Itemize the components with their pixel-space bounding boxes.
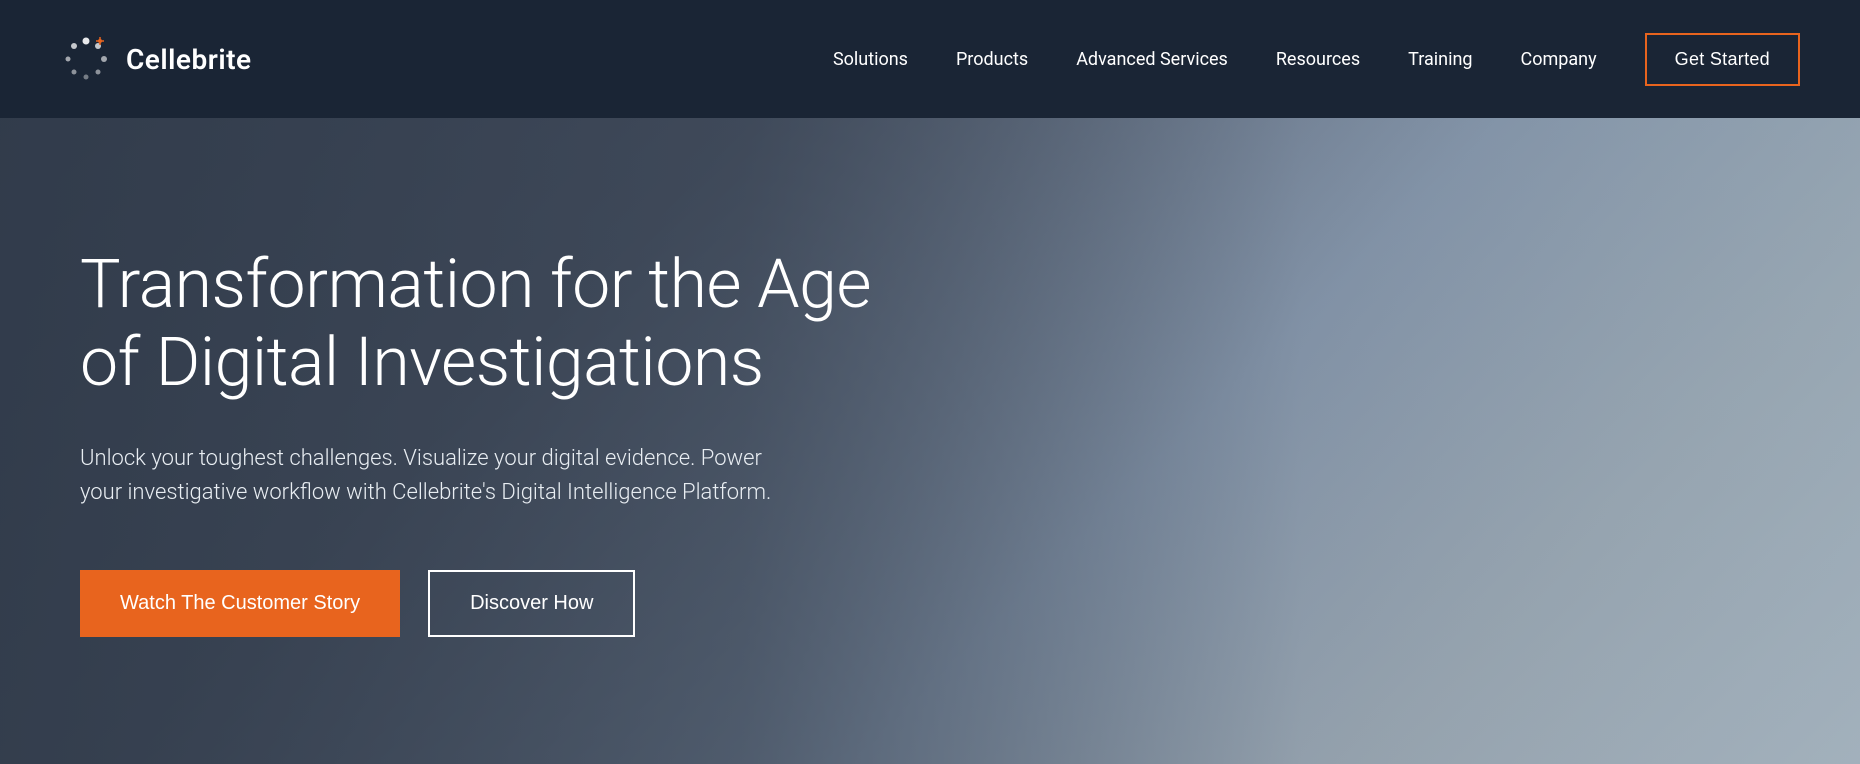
nav-advanced-services[interactable]: Advanced Services [1076,49,1228,70]
brand-name: Cellebrite [126,43,252,76]
hero-content: Transformation for the Age of Digital In… [80,245,900,637]
nav-solutions[interactable]: Solutions [833,49,908,70]
nav-company[interactable]: Company [1521,49,1597,70]
get-started-button[interactable]: Get Started [1645,33,1800,86]
hero-title: Transformation for the Age of Digital In… [80,245,900,401]
logo-area[interactable]: Cellebrite [60,33,252,85]
hero-buttons: Watch The Customer Story Discover How [80,570,900,637]
watch-customer-story-button[interactable]: Watch The Customer Story [80,570,400,637]
hero-section: Transformation for the Age of Digital In… [0,118,1860,764]
nav-training[interactable]: Training [1408,49,1472,70]
nav-links: Solutions Products Advanced Services Res… [833,49,1597,70]
cellebrite-logo-icon [60,33,112,85]
nav-resources[interactable]: Resources [1276,49,1360,70]
discover-how-button[interactable]: Discover How [428,570,635,637]
navbar: Cellebrite Solutions Products Advanced S… [0,0,1860,118]
hero-subtitle: Unlock your toughest challenges. Visuali… [80,442,800,510]
nav-products[interactable]: Products [956,49,1028,70]
